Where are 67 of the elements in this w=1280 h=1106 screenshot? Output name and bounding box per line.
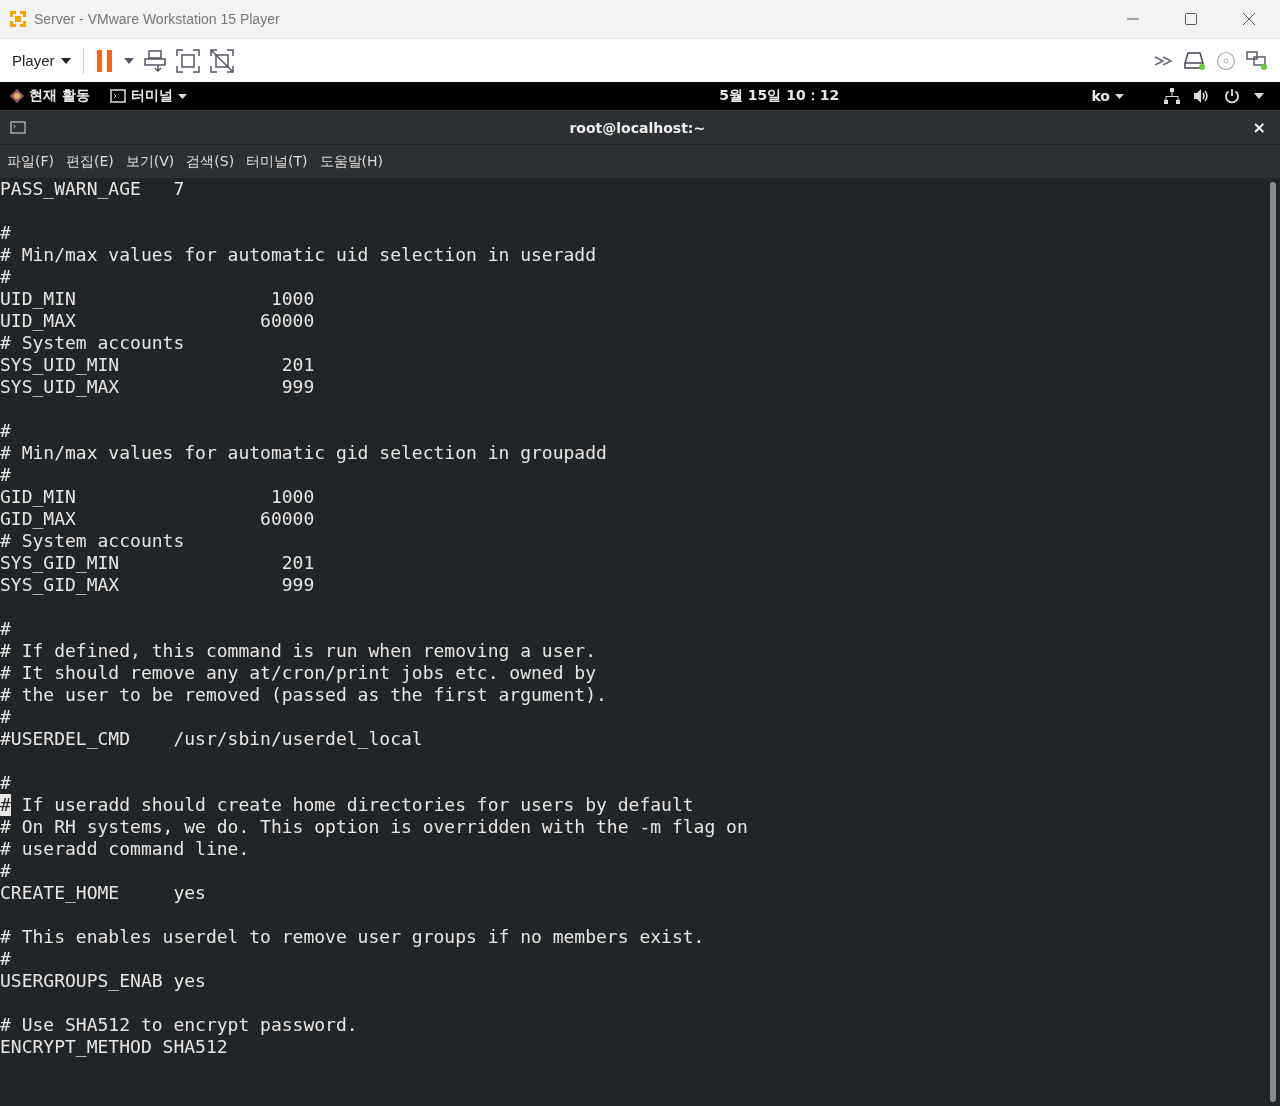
menu-item[interactable]: 보기(V) [120,152,180,171]
terminal-line: # Use SHA512 to encrypt password. [0,1014,358,1036]
terminal-line: GID_MAX 60000 [0,508,315,530]
terminal-line: UID_MAX 60000 [0,310,315,332]
network-adapter-icon[interactable] [1246,50,1268,71]
menu-item[interactable]: 터미널(T) [241,152,313,171]
activities-button[interactable]: 현재 활동 [10,87,100,105]
terminal-line: # [0,464,11,486]
caret-icon [1115,93,1124,99]
menu-item[interactable]: 도움말(H) [314,152,389,171]
terminal-line: If useradd should create home directories for users by default [20,794,694,816]
terminal-line: # System accounts [0,530,185,552]
terminal-line: SYS_UID_MIN 201 [0,354,315,376]
maximize-icon[interactable] [1184,12,1198,26]
terminal-line: # On RH systems, we do. This option is overridden with the -m flag on [0,816,748,838]
caret-icon [177,93,187,99]
close-button[interactable]: × [1248,118,1270,137]
caret-icon[interactable] [1254,93,1264,99]
power-icon[interactable] [1224,88,1240,104]
scrollbar[interactable] [1270,182,1276,1102]
terminal-line: # System accounts [0,332,185,354]
menu-item[interactable]: 검색(S) [181,152,240,171]
terminal-line: GID_MIN 1000 [0,486,315,508]
network-icon[interactable] [1164,88,1180,104]
terminal-line: # [0,772,11,794]
terminal-line: USERGROUPS_ENAB yes [0,970,206,992]
caret-icon [60,57,71,64]
terminal-line: UID_MIN 1000 [0,288,315,310]
terminal-line: # This enables userdel to remove user groups if no members exist. [0,926,705,948]
fullscreen-icon[interactable] [175,48,200,73]
terminal-line: SYS_GID_MAX 999 [0,574,315,596]
terminal-line: CREATE_HOME yes [0,882,206,904]
terminal-line: ENCRYPT_METHOD SHA512 [0,1036,228,1058]
terminal-line: # Min/max values for automatic uid selection in useradd [0,244,597,266]
pause-icon[interactable] [95,49,114,72]
close-icon[interactable] [1242,12,1256,26]
player-menu[interactable]: Player [12,52,71,69]
hard-disk-icon[interactable] [1184,50,1206,71]
terminal-line: # Min/max values for automatic gid selection in groupadd [0,442,607,464]
terminal-line: # [0,420,11,442]
terminal-line: # useradd command line. [0,838,250,860]
volume-icon[interactable] [1194,89,1210,103]
terminal-line: # [0,948,11,970]
terminal-line: # [0,266,11,288]
terminal-icon [10,121,26,134]
terminal-icon [109,89,126,103]
language-menu[interactable]: ko [1091,88,1134,104]
window-title: Server - VMware Workstation 15 Player [34,11,280,27]
caret-icon[interactable] [123,57,134,64]
terminal-line: # [0,706,11,728]
terminal-line: # If defined, this command is run when removing a user. [0,640,597,662]
terminal-line: PASS_WARN_AGE 7 [0,178,185,200]
terminal-line: # [0,618,11,640]
terminal-line: # It should remove any at/cron/print jobs etc. owned by [0,662,597,684]
terminal-line: #USERDEL_CMD /usr/sbin/userdel_local [0,728,423,750]
clock[interactable]: 5월 15일 10：12 [719,87,840,105]
terminal-title: root@localhost:~ [568,119,707,136]
terminal-app-menu[interactable]: 터미널 [109,87,197,105]
terminal-line: SYS_GID_MIN 201 [0,552,315,574]
menu-item[interactable]: 편집(E) [61,152,119,171]
terminal-line: # [0,860,11,882]
terminal-line: # [0,222,11,244]
double-chevron-icon[interactable] [1154,54,1174,67]
menu-item[interactable]: 파일(F) [2,152,59,171]
text-cursor: # [0,794,11,816]
terminal-line: SYS_UID_MAX 999 [0,376,315,398]
terminal-line: # the user to be removed (passed as the first argument). [0,684,607,706]
